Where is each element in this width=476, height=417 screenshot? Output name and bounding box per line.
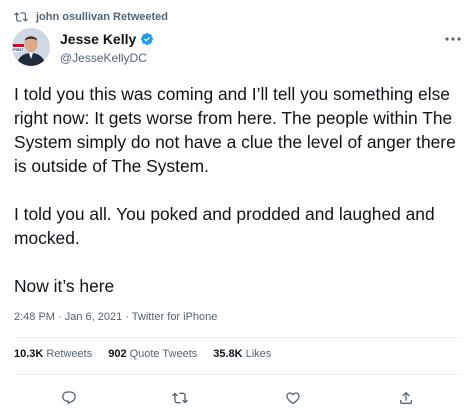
action-bar (0, 386, 476, 410)
more-options-button[interactable] (442, 30, 464, 48)
quote-tweets-stat[interactable]: 902 Quote Tweets (108, 348, 197, 360)
tweet-text: I told you this was coming and I’ll tell… (14, 82, 466, 298)
avatar[interactable]: FIRST (12, 28, 50, 66)
tweet-paragraph: I told you this was coming and I’ll tell… (14, 84, 456, 176)
like-icon (286, 392, 300, 405)
like-button[interactable] (280, 386, 306, 410)
quote-tweets-count: 902 (108, 348, 127, 360)
retweet-icon (14, 12, 28, 22)
verified-badge-icon (141, 33, 154, 45)
author-name[interactable]: Jesse Kelly (60, 31, 136, 47)
more-options-icon (445, 37, 461, 41)
likes-count: 35.8K (213, 348, 243, 360)
likes-label: Likes (245, 348, 272, 360)
retweet-icon (172, 392, 188, 404)
retweets-label: Retweets (46, 348, 93, 360)
retweets-stat[interactable]: 10.3K Retweets (14, 348, 92, 360)
share-button[interactable] (393, 386, 419, 410)
retweet-button[interactable] (167, 386, 193, 410)
author-block: Jesse Kelly @JesseKellyDC (60, 30, 154, 65)
retweet-context-text: john osullivan Retweeted (36, 11, 169, 23)
likes-stat[interactable]: 35.8K Likes (213, 348, 271, 360)
tweet: john osullivan Retweeted FIRST Jesse Kel… (0, 0, 476, 417)
share-icon (400, 391, 412, 404)
retweet-context[interactable]: john osullivan Retweeted (14, 8, 168, 26)
quote-tweets-label: Quote Tweets (129, 348, 198, 360)
divider (14, 374, 462, 375)
divider (14, 337, 462, 338)
reply-button[interactable] (56, 386, 82, 410)
avatar-image: FIRST (12, 28, 50, 66)
author-handle[interactable]: @JesseKellyDC (60, 51, 154, 65)
tweet-timestamp[interactable]: 2:48 PM · Jan 6, 2021 · Twitter for iPho… (14, 311, 217, 323)
reply-icon (62, 391, 76, 405)
tweet-paragraph: I told you all. You poked and prodded an… (14, 204, 435, 248)
retweets-count: 10.3K (14, 348, 44, 360)
engagement-stats: 10.3K Retweets 902 Quote Tweets 35.8K Li… (14, 348, 287, 360)
avatar-badge-text: FIRST (13, 48, 24, 52)
tweet-paragraph: Now it’s here (14, 276, 115, 296)
